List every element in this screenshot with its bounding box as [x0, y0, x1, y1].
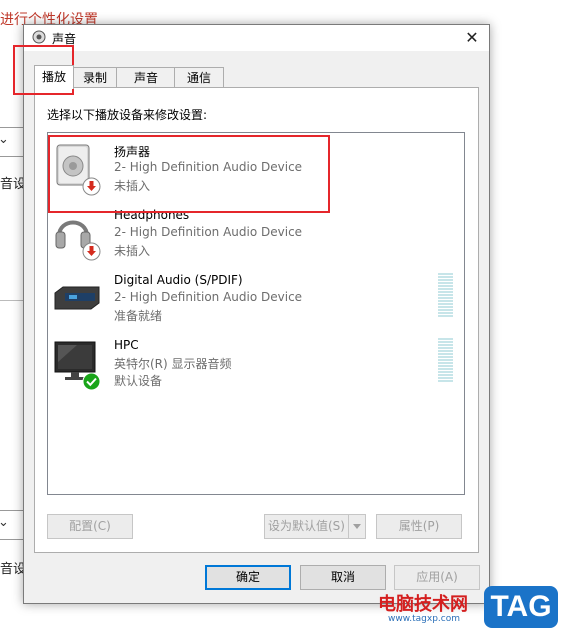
volume-level-meter [438, 338, 453, 382]
close-button[interactable]: ✕ [455, 25, 489, 51]
chevron-down-icon: ⌄ [0, 132, 9, 147]
device-subtitle: 2- High Definition Audio Device [114, 225, 303, 239]
tab-communications[interactable]: 通信 [174, 67, 224, 88]
background-divider [0, 300, 24, 301]
device-item-hpc[interactable]: HPC 英特尔(R) 显示器音频 默认设备 [48, 338, 464, 400]
set-default-button[interactable]: 设为默认值(S) [264, 514, 349, 539]
device-name: HPC [114, 338, 139, 352]
dialog-titlebar[interactable]: 声音 ✕ [24, 25, 489, 51]
watermark-tag-badge: TAG [484, 586, 558, 628]
cancel-button[interactable]: 取消 [300, 565, 386, 590]
device-status: 默认设备 [114, 374, 163, 388]
panel-instruction: 选择以下播放设备来修改设置: [47, 108, 208, 122]
device-status: 未插入 [114, 244, 151, 258]
highlight-box-speaker-device [48, 135, 330, 213]
background-dropdown-1[interactable]: ⌄ [0, 127, 25, 157]
speaker-icon [32, 30, 46, 44]
configure-button[interactable]: 配置(C) [47, 514, 133, 539]
default-device-check-icon [82, 372, 101, 391]
volume-level-meter [438, 273, 453, 317]
sound-dialog: 声音 ✕ 播放 录制 声音 通信 选择以下播放设备来修改设置: 扬声器 2- H… [23, 24, 490, 604]
chevron-down-icon: ⌄ [0, 515, 9, 530]
chevron-down-icon [353, 524, 361, 529]
apply-button[interactable]: 应用(A) [394, 565, 480, 590]
device-item-digital-audio[interactable]: Digital Audio (S/PDIF) 2- High Definitio… [48, 273, 464, 335]
watermark-text: 电脑技术网 [378, 594, 468, 615]
tab-recording[interactable]: 录制 [72, 67, 118, 88]
device-status: 准备就绪 [114, 309, 163, 323]
device-subtitle: 2- High Definition Audio Device [114, 290, 303, 304]
tab-sounds[interactable]: 声音 [116, 67, 176, 88]
ok-button[interactable]: 确定 [205, 565, 291, 590]
properties-button[interactable]: 属性(P) [376, 514, 462, 539]
digital-audio-icon [54, 286, 100, 310]
tab-playback[interactable]: 播放 [34, 65, 74, 89]
set-default-dropdown[interactable] [348, 514, 366, 539]
watermark-url: www.tagxp.com [388, 614, 460, 624]
device-name: Digital Audio (S/PDIF) [114, 273, 243, 287]
background-dropdown-2[interactable]: ⌄ [0, 510, 25, 540]
close-icon: ✕ [465, 28, 479, 47]
disconnected-status-icon [82, 242, 101, 261]
device-subtitle: 英特尔(R) 显示器音频 [114, 357, 232, 371]
device-item-headphones[interactable]: Headphones 2- High Definition Audio Devi… [48, 208, 464, 270]
